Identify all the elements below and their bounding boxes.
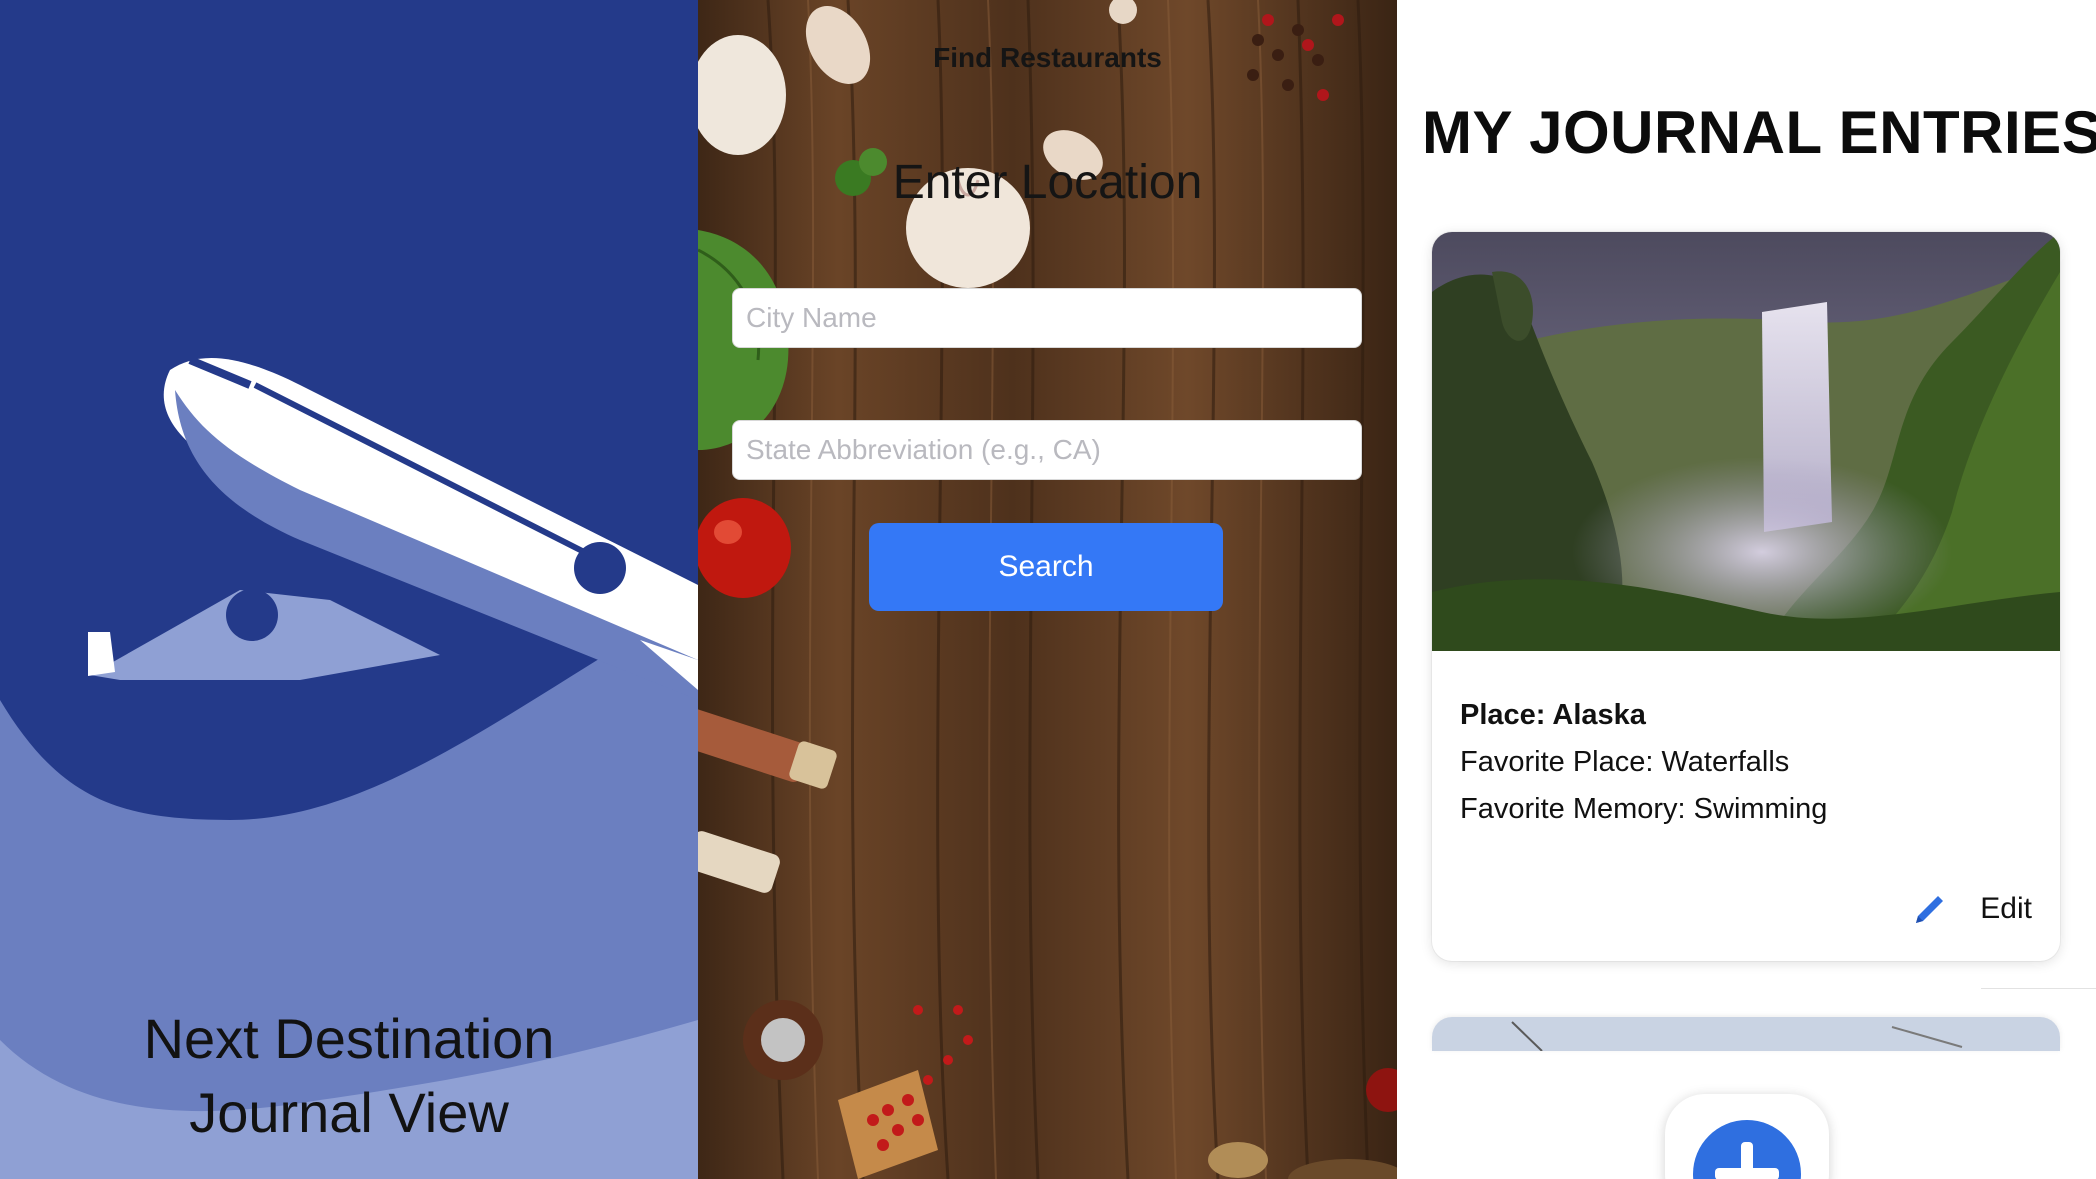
state-abbreviation-input[interactable] xyxy=(732,420,1362,480)
pepper-icon xyxy=(698,498,791,598)
journal-entries-screen: MY JOURNAL ENTRIES Place: Alaska Favorit… xyxy=(1397,0,2096,1179)
page-title: MY JOURNAL ENTRIES xyxy=(1422,99,2096,166)
pencil-icon xyxy=(1916,896,1944,923)
entry-place: Place: Alaska xyxy=(1460,699,1646,731)
entry-favorite-place: Favorite Place: Waterfalls xyxy=(1460,746,1790,778)
entry-favorite-memory: Favorite Memory: Swimming xyxy=(1460,793,1828,825)
splash-screen: Next Destination Journal View xyxy=(0,0,698,1179)
divider xyxy=(1981,988,2096,989)
app-title: Next Destination Journal View xyxy=(0,1002,698,1150)
nav-title: Find Restaurants xyxy=(933,42,1162,73)
app-title-line2: Journal View xyxy=(189,1081,509,1144)
enter-location-heading: Enter Location xyxy=(892,156,1203,209)
journal-entry-card[interactable] xyxy=(1432,1017,2060,1051)
plus-icon xyxy=(1715,1142,1779,1179)
entry-photo xyxy=(1432,1017,2060,1051)
add-entry-button[interactable] xyxy=(1693,1120,1801,1179)
app-title-line1: Next Destination xyxy=(143,1007,555,1070)
airplane-icon xyxy=(88,356,698,700)
entry-details: Place: Alaska Favorite Place: Waterfalls… xyxy=(1460,692,1827,833)
edit-button[interactable]: Edit xyxy=(1912,892,2032,926)
waterfall-photo xyxy=(1432,232,2060,651)
city-name-input[interactable] xyxy=(732,288,1362,348)
search-button[interactable]: Search xyxy=(869,523,1223,611)
edit-label: Edit xyxy=(1980,892,2032,925)
add-entry-container xyxy=(1665,1094,1829,1179)
journal-entry-card[interactable]: Place: Alaska Favorite Place: Waterfalls… xyxy=(1432,232,2060,961)
find-restaurants-screen: Find Restaurants Enter Location Search xyxy=(698,0,1397,1179)
